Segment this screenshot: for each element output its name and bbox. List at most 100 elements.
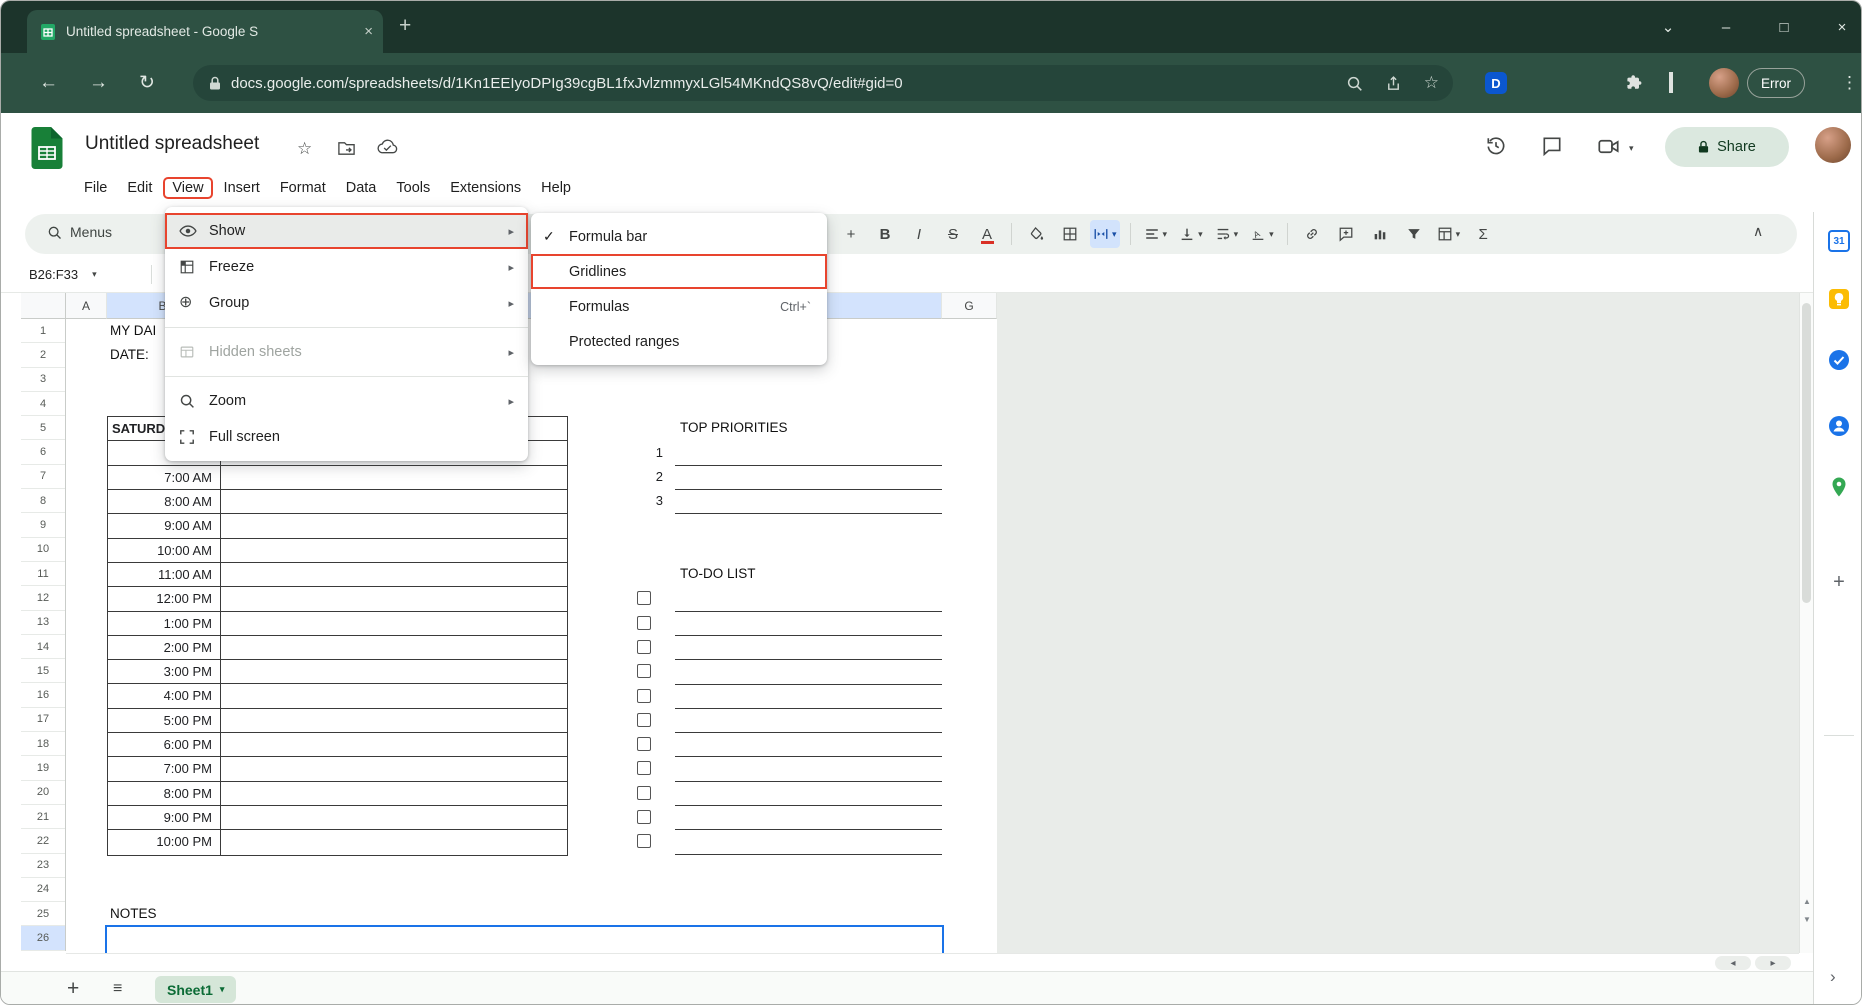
- schedule-time: 11:00 AM: [108, 563, 220, 586]
- todo-checkbox: [637, 761, 651, 775]
- row-header-18[interactable]: 18: [21, 732, 65, 756]
- row-header-9[interactable]: 9: [21, 513, 65, 537]
- keep-icon[interactable]: [1828, 288, 1850, 310]
- todo-checkbox: [637, 664, 651, 678]
- submenu-item-gridlines[interactable]: Gridlines: [531, 254, 827, 289]
- schedule-time: 3:00 PM: [108, 660, 220, 683]
- workspace-side-panel: 31 + ›: [1813, 212, 1862, 1005]
- checkmark-icon: ✓: [543, 228, 569, 245]
- todo-line: [675, 684, 942, 685]
- submenu-item-formulas[interactable]: FormulasCtrl+`: [531, 289, 827, 324]
- todo-line: [675, 659, 942, 660]
- row-header-11[interactable]: 11: [21, 562, 65, 586]
- tasks-icon[interactable]: [1828, 349, 1850, 371]
- schedule-time: 7:00 AM: [108, 466, 220, 489]
- view-menu-item-zoom[interactable]: Zoom▸: [165, 383, 528, 419]
- view-menu-item-full-screen[interactable]: Full screen: [165, 419, 528, 455]
- priority-number-3: 3: [568, 489, 669, 513]
- column-header-a[interactable]: A: [66, 293, 107, 319]
- calendar-icon[interactable]: 31: [1828, 230, 1850, 252]
- selection-box: [105, 925, 944, 957]
- row-header-23[interactable]: 23: [21, 854, 65, 878]
- view-menu-item-group[interactable]: ⊕Group▸: [165, 285, 528, 321]
- column-header-g[interactable]: G: [942, 293, 997, 319]
- todo-line: [675, 805, 942, 806]
- row-header-5[interactable]: 5: [21, 416, 65, 440]
- todo-checkbox: [637, 737, 651, 751]
- hide-side-panel-icon[interactable]: ›: [1830, 967, 1836, 987]
- submenu-arrow-icon: ▸: [508, 395, 514, 408]
- submenu-arrow-icon: ▸: [508, 297, 514, 310]
- row-header-4[interactable]: 4: [21, 392, 65, 416]
- row-header-1[interactable]: 1: [21, 319, 65, 343]
- submenu-arrow-icon: ▸: [508, 225, 514, 238]
- hiddensheet-icon: [179, 344, 209, 360]
- schedule-time: 9:00 AM: [108, 514, 220, 537]
- sheets-bottom-bar: + ≡ Sheet1 ▾: [1, 971, 1813, 1005]
- schedule-row-8: 8:00 AM: [108, 490, 567, 514]
- cell-b1-title: MY DAI: [110, 319, 156, 343]
- schedule-table: SATURD7:00 AM8:00 AM9:00 AM10:00 AM11:00…: [107, 416, 568, 855]
- scroll-left-icon[interactable]: ◂: [1715, 956, 1751, 970]
- row-header-16[interactable]: 16: [21, 683, 65, 707]
- schedule-time: 7:00 PM: [108, 757, 220, 780]
- row-header-15[interactable]: 15: [21, 659, 65, 683]
- select-all-corner[interactable]: [21, 293, 66, 319]
- all-sheets-icon[interactable]: ≡: [113, 980, 122, 998]
- freeze-icon: [179, 259, 209, 275]
- schedule-row-16: 4:00 PM: [108, 684, 567, 708]
- row-header-26[interactable]: 26: [21, 926, 65, 950]
- todo-checkbox: [637, 834, 651, 848]
- row-header-8[interactable]: 8: [21, 489, 65, 513]
- row-header-12[interactable]: 12: [21, 586, 65, 610]
- schedule-time: 10:00 PM: [108, 830, 220, 853]
- vertical-scroll-thumb[interactable]: [1802, 303, 1811, 603]
- row-header-17[interactable]: 17: [21, 708, 65, 732]
- schedule-row-19: 7:00 PM: [108, 757, 567, 781]
- sheet-tab-caret-icon: ▾: [220, 984, 225, 995]
- menu-separator: [165, 327, 528, 328]
- row-header-20[interactable]: 20: [21, 781, 65, 805]
- fullscreen-icon: [179, 429, 209, 445]
- schedule-time: 8:00 PM: [108, 782, 220, 805]
- row-header-19[interactable]: 19: [21, 756, 65, 780]
- add-sheet-icon[interactable]: +: [67, 977, 79, 1001]
- priority-line: [675, 513, 942, 514]
- view-menu-item-freeze[interactable]: Freeze▸: [165, 249, 528, 285]
- spreadsheet-grid[interactable]: MY DAIDATE:SATURD7:00 AM8:00 AM9:00 AM10…: [1, 1, 1861, 1004]
- scroll-up-icon[interactable]: ▲: [1800, 897, 1814, 906]
- row-header-14[interactable]: 14: [21, 635, 65, 659]
- add-icon[interactable]: +: [1828, 571, 1850, 593]
- contacts-icon[interactable]: [1828, 415, 1850, 437]
- maps-icon[interactable]: [1828, 476, 1850, 498]
- sheet-tab-active[interactable]: Sheet1 ▾: [155, 976, 236, 1003]
- row-header-2[interactable]: 2: [21, 343, 65, 367]
- schedule-time: 2:00 PM: [108, 636, 220, 659]
- scroll-right-icon[interactable]: ▸: [1755, 956, 1791, 970]
- submenu-arrow-icon: ▸: [508, 346, 514, 359]
- row-header-7[interactable]: 7: [21, 465, 65, 489]
- schedule-time: 6:00 PM: [108, 733, 220, 756]
- view-menu-item-show[interactable]: Show▸: [165, 213, 528, 249]
- show-submenu: ✓Formula barGridlinesFormulasCtrl+`Prote…: [531, 213, 827, 365]
- row-header-10[interactable]: 10: [21, 538, 65, 562]
- priority-number-2: 2: [568, 465, 669, 489]
- schedule-row-11: 11:00 AM: [108, 563, 567, 587]
- row-header-25[interactable]: 25: [21, 902, 65, 926]
- submenu-item-formula-bar[interactable]: ✓Formula bar: [531, 219, 827, 254]
- todo-line: [675, 611, 942, 612]
- vertical-scrollbar[interactable]: ▲ ▼: [1799, 293, 1813, 953]
- row-header-3[interactable]: 3: [21, 368, 65, 392]
- row-header-24[interactable]: 24: [21, 878, 65, 902]
- schedule-time: 4:00 PM: [108, 684, 220, 707]
- submenu-arrow-icon: ▸: [508, 261, 514, 274]
- scroll-down-icon[interactable]: ▼: [1800, 915, 1814, 924]
- submenu-item-protected-ranges[interactable]: Protected ranges: [531, 324, 827, 359]
- row-header-21[interactable]: 21: [21, 805, 65, 829]
- row-header-6[interactable]: 6: [21, 440, 65, 464]
- row-header-13[interactable]: 13: [21, 611, 65, 635]
- row-header-22[interactable]: 22: [21, 829, 65, 853]
- schedule-row-10: 10:00 AM: [108, 539, 567, 563]
- shortcut-label: Ctrl+`: [780, 300, 811, 314]
- todo-line: [675, 781, 942, 782]
